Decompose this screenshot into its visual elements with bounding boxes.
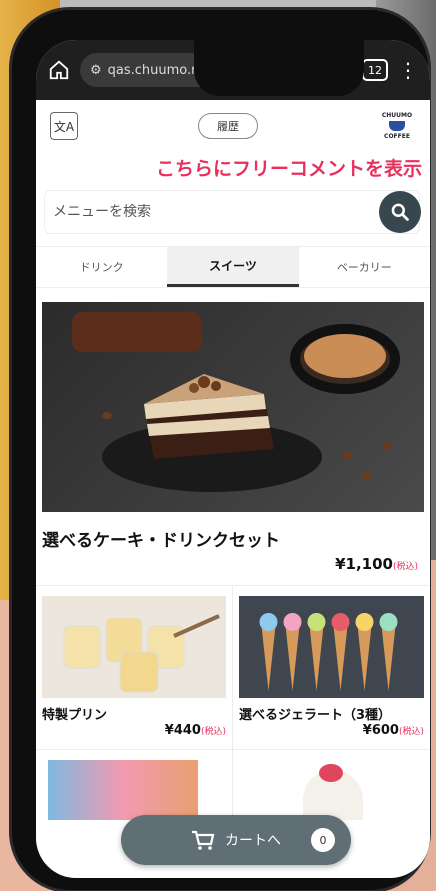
featured-price: ¥1,100(税込) xyxy=(36,551,430,573)
product-price: ¥600(税込) xyxy=(239,723,424,738)
tab-sweets[interactable]: スイーツ xyxy=(167,247,299,287)
coffee-bean xyxy=(342,452,352,459)
tax-label: (税込) xyxy=(200,727,226,737)
product-price-value: ¥440 xyxy=(164,723,201,738)
tax-label: (税込) xyxy=(398,727,424,737)
coffee-bean xyxy=(382,442,392,449)
product-name: 選べるジェラート（3種） xyxy=(239,708,392,723)
product-card-gelato[interactable]: 選べるジェラート（3種） ¥600(税込) xyxy=(233,586,430,750)
phone-frame: ⚙ qas.chuumo.net/Mobile/ + 12 ⋮ 文A 履歴 CH… xyxy=(12,10,430,890)
history-button[interactable]: 履歴 xyxy=(198,113,258,139)
search-bar xyxy=(44,190,421,234)
tab-drink[interactable]: ドリンク xyxy=(36,247,167,287)
search-input[interactable] xyxy=(45,204,379,220)
gelato-image xyxy=(239,596,424,698)
cart-button[interactable]: カートへ 0 xyxy=(121,815,351,865)
product-price-value: ¥600 xyxy=(362,723,399,738)
product-price: ¥440(税込) xyxy=(42,723,226,738)
strawberry xyxy=(319,764,343,782)
tab-count-button[interactable]: 12 xyxy=(362,59,388,81)
tax-label: (税込) xyxy=(392,562,418,572)
logo-cup-icon xyxy=(389,121,405,131)
chocolate-cake-slice xyxy=(72,312,202,352)
coffee-bean xyxy=(362,472,372,479)
pudding-image xyxy=(42,596,226,698)
search-button[interactable] xyxy=(379,191,421,233)
featured-price-value: ¥1,100 xyxy=(335,555,393,573)
product-name: 特製プリン xyxy=(42,708,108,723)
partial-product-image xyxy=(48,760,198,820)
cart-icon xyxy=(192,830,215,850)
coffee-foam xyxy=(304,334,386,378)
brand-logo: CHUUMO COFFEE xyxy=(378,107,416,145)
cart-count-badge: 0 xyxy=(311,828,335,852)
app-header: 文A 履歴 CHUUMO COFFEE xyxy=(36,100,430,152)
featured-name[interactable]: 選べるケーキ・ドリンクセット xyxy=(36,512,430,551)
tab-bakery[interactable]: ベーカリー xyxy=(299,247,430,287)
product-card-partial[interactable] xyxy=(36,750,233,820)
product-grid: 特製プリン ¥440(税込) 選べるジェラート（3種） ¥600(税込) xyxy=(36,585,430,820)
gelato-illustration xyxy=(259,613,398,691)
phone-screen: ⚙ qas.chuumo.net/Mobile/ + 12 ⋮ 文A 履歴 CH… xyxy=(36,40,430,878)
phone-notch xyxy=(194,40,364,96)
free-comment-marquee: こちらにフリーコメントを表示 xyxy=(155,158,422,180)
logo-top-text: CHUUMO xyxy=(381,112,413,119)
browser-menu-icon[interactable]: ⋮ xyxy=(398,60,418,80)
product-card-partial[interactable] xyxy=(233,750,430,820)
site-settings-icon[interactable]: ⚙ xyxy=(90,63,102,78)
coffee-bean xyxy=(102,412,112,419)
language-icon[interactable]: 文A xyxy=(50,112,78,140)
cart-label: カートへ xyxy=(225,833,281,849)
featured-image[interactable] xyxy=(42,302,424,512)
layered-cake xyxy=(144,374,274,459)
search-icon xyxy=(391,203,409,221)
logo-bottom-text: COFFEE xyxy=(384,133,410,140)
home-icon[interactable] xyxy=(48,59,70,81)
category-tabs: ドリンク スイーツ ベーカリー xyxy=(36,246,430,288)
pudding-illustration xyxy=(63,614,220,693)
product-card-pudding[interactable]: 特製プリン ¥440(税込) xyxy=(36,586,233,750)
